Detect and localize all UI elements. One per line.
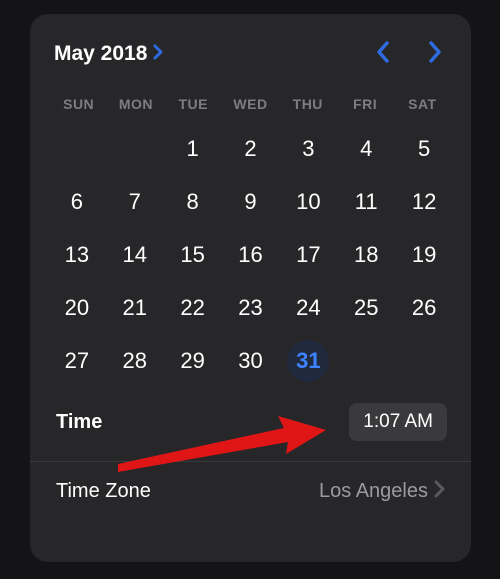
calendar-day-number: 28 (123, 348, 147, 374)
calendar-day-number: 10 (296, 189, 320, 215)
calendar-day-number: 25 (354, 295, 378, 321)
calendar-day-empty (48, 122, 106, 175)
calendar-day[interactable]: 19 (395, 228, 453, 281)
calendar-day[interactable]: 14 (106, 228, 164, 281)
calendar-day-number: 29 (180, 348, 204, 374)
calendar-day-number: 16 (238, 242, 262, 268)
calendar-day-number: 26 (412, 295, 436, 321)
calendar-day[interactable]: 26 (395, 281, 453, 334)
calendar-day[interactable]: 27 (48, 334, 106, 387)
month-year-button[interactable]: May 2018 (54, 42, 164, 66)
calendar-day[interactable]: 12 (395, 175, 453, 228)
next-month-button[interactable] (428, 40, 443, 69)
calendar-day-number: 17 (296, 242, 320, 268)
weekday-label: SUN (50, 96, 107, 112)
weekday-label: MON (107, 96, 164, 112)
calendar-day[interactable]: 23 (222, 281, 280, 334)
calendar-day-number: 2 (244, 136, 256, 162)
calendar-day-number: 14 (123, 242, 147, 268)
time-label: Time (56, 411, 102, 434)
calendar-day[interactable]: 10 (279, 175, 337, 228)
timezone-row[interactable]: Time Zone Los Angeles (48, 462, 453, 520)
calendar-day[interactable]: 29 (164, 334, 222, 387)
calendar-day-number: 21 (123, 295, 147, 321)
weekday-label: SAT (394, 96, 451, 112)
calendar-day-number: 22 (180, 295, 204, 321)
calendar-day-number: 3 (302, 136, 314, 162)
weekday-label: THU (279, 96, 336, 112)
calendar-day[interactable]: 9 (222, 175, 280, 228)
timezone-value: Los Angeles (319, 480, 428, 503)
calendar-day[interactable]: 7 (106, 175, 164, 228)
weekday-label: TUE (165, 96, 222, 112)
calendar-day[interactable]: 13 (48, 228, 106, 281)
calendar-day-empty (106, 122, 164, 175)
weekday-header: SUN MON TUE WED THU FRI SAT (48, 96, 453, 112)
calendar-day-number: 12 (412, 189, 436, 215)
calendar-day[interactable]: 8 (164, 175, 222, 228)
calendar-day-number: 30 (238, 348, 262, 374)
calendar-day-number: 11 (355, 189, 378, 215)
weekday-label: FRI (336, 96, 393, 112)
calendar-day[interactable]: 22 (164, 281, 222, 334)
calendar-day[interactable]: 21 (106, 281, 164, 334)
calendar-day[interactable]: 18 (337, 228, 395, 281)
calendar-day[interactable]: 4 (337, 122, 395, 175)
calendar-day[interactable]: 16 (222, 228, 280, 281)
calendar-day-number: 15 (180, 242, 204, 268)
calendar-day[interactable]: 2 (222, 122, 280, 175)
calendar-day-number: 5 (418, 136, 430, 162)
calendar-day-number: 9 (244, 189, 256, 215)
calendar-day-number: 6 (71, 189, 83, 215)
timezone-label: Time Zone (56, 480, 151, 503)
timezone-value-button[interactable]: Los Angeles (319, 480, 445, 503)
calendar-day[interactable]: 6 (48, 175, 106, 228)
calendar-day[interactable]: 17 (279, 228, 337, 281)
calendar-day-number: 7 (129, 189, 141, 215)
calendar-day[interactable]: 30 (222, 334, 280, 387)
calendar-day-number: 1 (187, 136, 199, 162)
calendar-day[interactable]: 24 (279, 281, 337, 334)
calendar-day[interactable]: 20 (48, 281, 106, 334)
month-nav (375, 40, 449, 69)
month-year-label: May 2018 (54, 42, 147, 66)
calendar-day-number: 24 (296, 295, 320, 321)
calendar-day-number: 31 (296, 348, 320, 374)
calendar-day-number: 18 (354, 242, 378, 268)
calendar-day[interactable]: 31 (279, 334, 337, 387)
calendar-day[interactable]: 28 (106, 334, 164, 387)
time-value-button[interactable]: 1:07 AM (349, 403, 447, 441)
calendar-day-number: 20 (65, 295, 89, 321)
calendar-day[interactable]: 11 (337, 175, 395, 228)
calendar-day-number: 19 (412, 242, 436, 268)
time-value: 1:07 AM (363, 411, 433, 432)
calendar-day-number: 27 (65, 348, 89, 374)
calendar-day[interactable]: 5 (395, 122, 453, 175)
calendar-day-number: 13 (65, 242, 89, 268)
prev-month-button[interactable] (375, 40, 390, 69)
calendar-day-number: 8 (187, 189, 199, 215)
calendar-header: May 2018 (48, 36, 453, 72)
time-row: Time 1:07 AM (48, 393, 453, 451)
weekday-label: WED (222, 96, 279, 112)
chevron-right-icon (153, 44, 164, 65)
calendar-day[interactable]: 15 (164, 228, 222, 281)
calendar-day-number: 23 (238, 295, 262, 321)
calendar-day[interactable]: 3 (279, 122, 337, 175)
calendar-day-number: 4 (360, 136, 372, 162)
datetime-panel: May 2018 SUN MON TUE WED THU FRI SAT 123… (30, 14, 471, 562)
calendar-grid: 1234567891011121314151617181920212223242… (48, 122, 453, 387)
calendar-day[interactable]: 25 (337, 281, 395, 334)
calendar-day[interactable]: 1 (164, 122, 222, 175)
chevron-right-icon (434, 480, 445, 503)
